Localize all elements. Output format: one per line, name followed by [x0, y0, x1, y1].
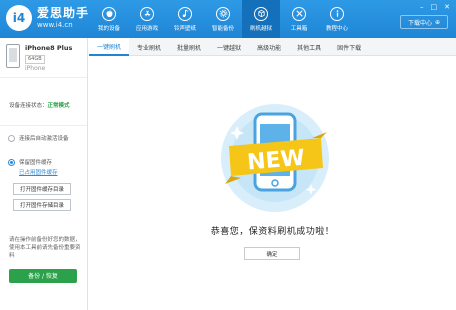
- nav-backup[interactable]: 智能备份: [204, 0, 242, 38]
- close-icon[interactable]: ✕: [444, 3, 450, 11]
- tools-icon: [292, 6, 306, 21]
- download-center-button[interactable]: 下载中心 ⊕: [400, 15, 448, 29]
- tab-other-tools[interactable]: 其他工具: [289, 38, 329, 56]
- open-storage-dir-button[interactable]: 打开固件存储目录: [13, 199, 71, 211]
- main-nav: 我的设备 应用游戏 铃声壁纸 智能备份 刷机越狱 工具箱 教程中心: [90, 0, 356, 38]
- backup-tip: 请在操作前备份好您的数据，使用本工具前请先备份重要资料: [9, 237, 81, 259]
- nav-ringtones[interactable]: 铃声壁纸: [166, 0, 204, 38]
- confirm-button[interactable]: 确定: [244, 247, 300, 260]
- auto-activate-option[interactable]: 连接后自动激活设备: [0, 134, 87, 142]
- window-controls: – □ ✕: [420, 3, 450, 11]
- capacity-badge: 64GB: [25, 54, 45, 65]
- device-type: iPhone: [25, 65, 46, 73]
- firmware-cache-link[interactable]: 已占用固件缓存: [0, 168, 87, 176]
- app-logo[interactable]: i4 爱思助手 www.i4.cn: [6, 5, 89, 31]
- logo-badge: i4: [6, 5, 32, 31]
- connection-status: 设备连接状态：正常模式: [0, 78, 87, 126]
- success-illustration: NEW: [221, 104, 329, 212]
- nav-flash[interactable]: 刷机越狱: [242, 0, 280, 38]
- success-message: 恭喜您，保资料刷机成功啦！: [210, 227, 335, 237]
- tab-one-click-flash[interactable]: 一键刷机: [89, 38, 130, 56]
- radio-keep-firmware[interactable]: [8, 158, 15, 166]
- flash-tabs: 一键刷机 专业刷机 批量刷机 一键越狱 高级功能 其他工具 固件下载: [89, 38, 456, 56]
- box-icon: [254, 6, 268, 21]
- top-bar: i4 爱思助手 www.i4.cn 我的设备 应用游戏 铃声壁纸 智能备份 刷机…: [0, 0, 456, 38]
- app-url: www.i4.cn: [37, 21, 73, 29]
- open-firmware-dir-button[interactable]: 打开固件缓存目录: [13, 183, 71, 195]
- backup-restore-button[interactable]: 备份 / 恢复: [9, 268, 77, 283]
- radio-auto-activate[interactable]: [8, 134, 15, 142]
- maximize-icon[interactable]: □: [431, 3, 438, 11]
- nav-tutorials[interactable]: 教程中心: [318, 0, 356, 38]
- app-name: 爱思助手: [37, 6, 90, 20]
- nav-apps[interactable]: 应用游戏: [128, 0, 166, 38]
- music-icon: [178, 6, 192, 21]
- main-content: NEW 恭喜您，保资料刷机成功啦！ 确定: [89, 56, 456, 310]
- settings-icon: [216, 6, 230, 21]
- tab-pro-flash[interactable]: 专业刷机: [129, 38, 169, 56]
- nav-toolbox[interactable]: 工具箱: [280, 0, 318, 38]
- info-icon: [330, 6, 344, 21]
- keep-firmware-option[interactable]: 保留固件缓存: [0, 158, 87, 166]
- device-card: iPhone8 Plus 64GB iPhone: [0, 38, 87, 78]
- connection-value: 正常模式: [47, 103, 70, 109]
- tab-advanced[interactable]: 高级功能: [249, 38, 289, 56]
- tab-batch-flash[interactable]: 批量刷机: [169, 38, 209, 56]
- app-window: i4 爱思助手 www.i4.cn 我的设备 应用游戏 铃声壁纸 智能备份 刷机…: [0, 0, 456, 310]
- phone-icon: [6, 44, 20, 68]
- tab-jailbreak[interactable]: 一键越狱: [209, 38, 249, 56]
- tab-firmware-download[interactable]: 固件下载: [329, 38, 369, 56]
- minimize-icon[interactable]: –: [420, 3, 424, 11]
- nav-my-device[interactable]: 我的设备: [90, 0, 128, 38]
- download-icon: ⊕: [434, 18, 441, 26]
- sidebar: iPhone8 Plus 64GB iPhone 设备连接状态：正常模式 连接后…: [0, 38, 88, 310]
- device-name: iPhone8 Plus: [25, 44, 73, 52]
- apple-icon: [102, 6, 116, 21]
- app-store-icon: [140, 6, 154, 21]
- new-badge-text: NEW: [246, 146, 306, 176]
